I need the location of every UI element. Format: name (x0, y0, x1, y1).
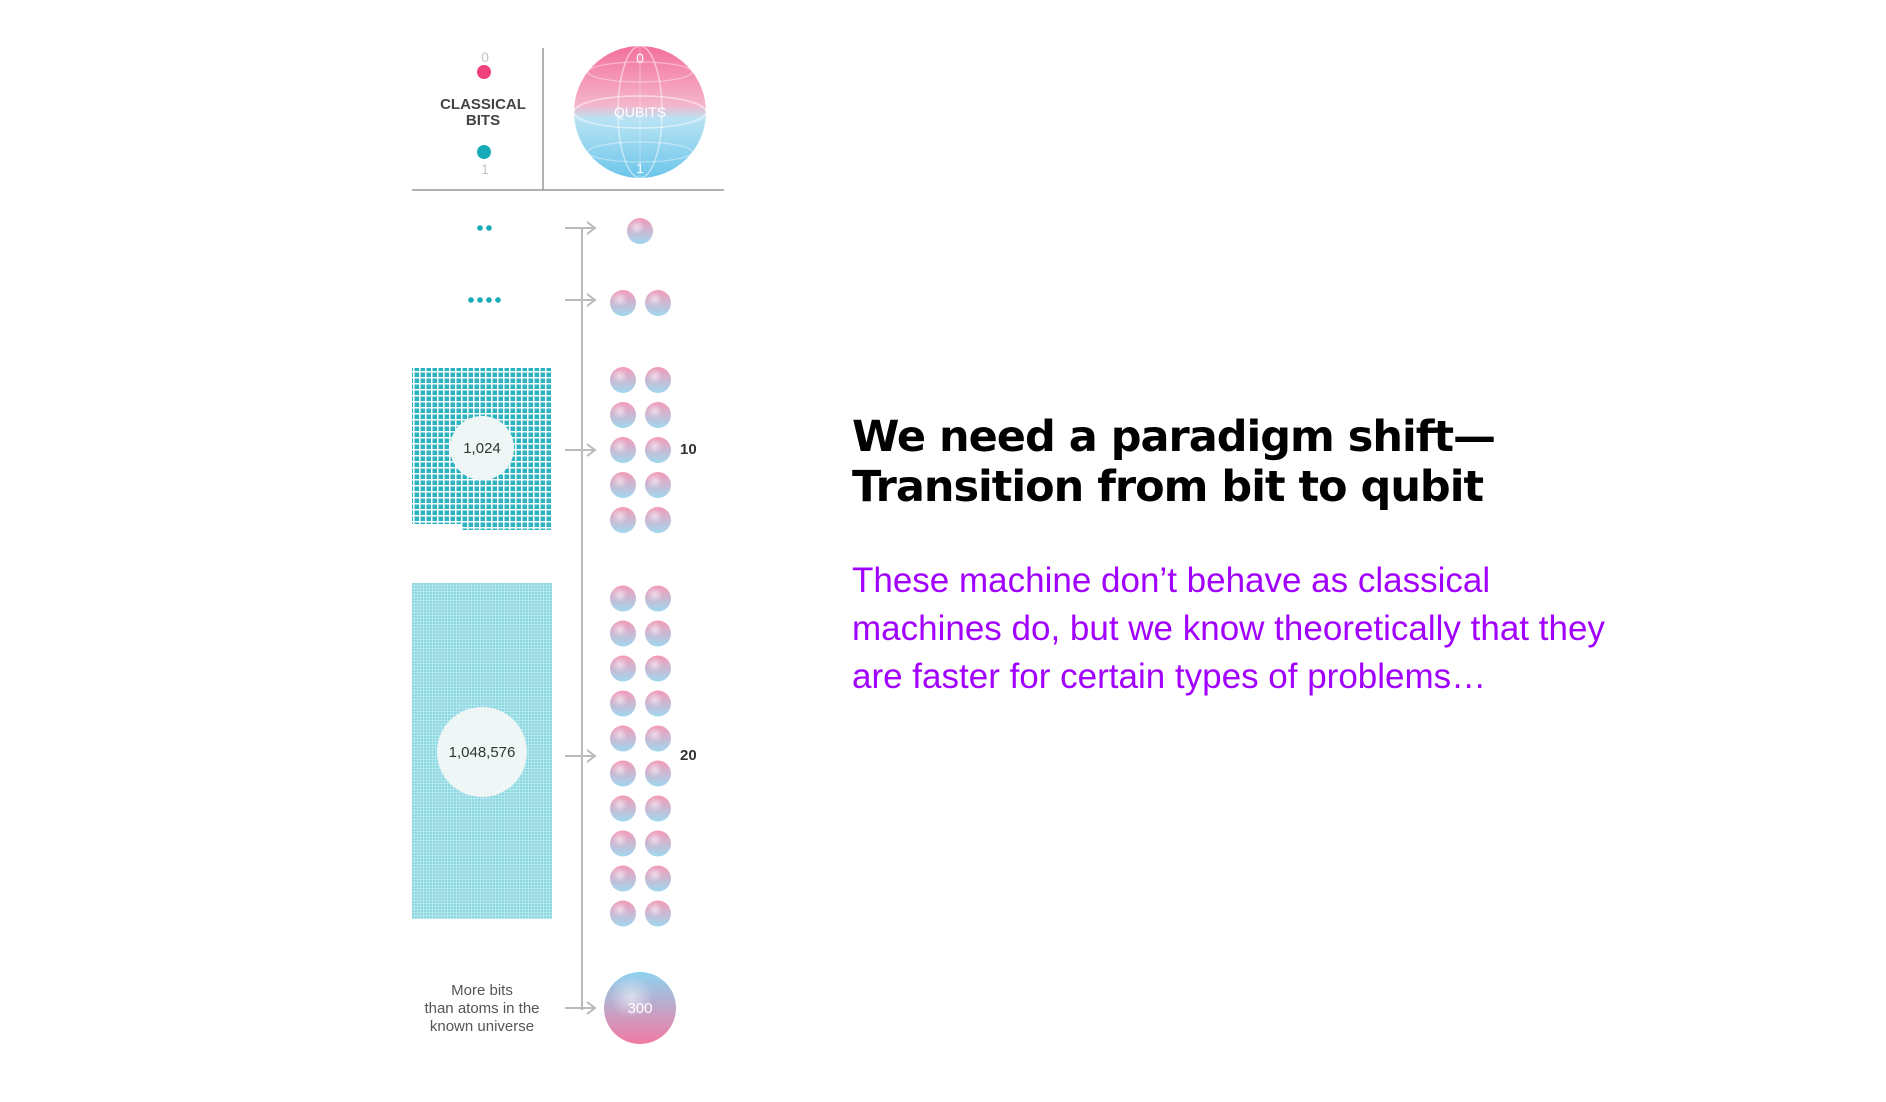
slide-title-line2: Transition from bit to qubit (852, 462, 1484, 512)
qubit-sphere-highlight (645, 437, 671, 463)
classical-bits-label-line2: BITS (466, 112, 500, 129)
row-1048576-bits: 1,048,576 20 (412, 583, 697, 927)
classical-count-label: 1,024 (463, 440, 501, 457)
qubit-cluster (610, 585, 671, 927)
slide-title-line1: We need a paradigm shift— (852, 412, 1496, 462)
classical-bit-dot (486, 225, 492, 231)
qubit-sphere-highlight (627, 218, 653, 244)
classical-bits-label-line1: CLASSICAL (440, 96, 526, 113)
slide-body-text: These machine don’t behave as classical … (852, 561, 1605, 696)
bit-one-label: 1 (481, 161, 489, 177)
qubit-sphere-highlight (610, 900, 636, 927)
slide-title: We need a paradigm shift— Transition fro… (852, 412, 1612, 512)
qubit-count-label: 20 (680, 747, 697, 764)
sphere-one-label: 1 (636, 160, 644, 176)
bit-vs-qubit-diagram: 0 CLASSICAL BITS 1 0 QUBITS 1 1,024 10 1… (412, 45, 724, 1044)
arrow-icon (565, 293, 597, 307)
qubit-sphere-highlight (645, 795, 671, 822)
qubit-sphere-highlight (610, 830, 636, 857)
qubit-cluster (610, 367, 671, 533)
qubit-sphere-highlight (610, 472, 636, 498)
qubit-sphere-highlight (610, 795, 636, 822)
qubit-sphere-highlight (645, 290, 671, 316)
qubit-cluster (610, 290, 671, 316)
row-1024-bits: 1,024 10 (412, 367, 697, 533)
classical-bit-dot (477, 225, 483, 231)
qubit-cluster (627, 218, 653, 244)
qubit-sphere-highlight (610, 655, 636, 682)
universe-label-line3: known universe (430, 1018, 534, 1035)
qubit-sphere-highlight (645, 830, 671, 857)
classical-count-label: 1,048,576 (449, 744, 516, 761)
bit-one-dot (477, 145, 491, 159)
qubit-sphere-highlight (610, 620, 636, 647)
row-4-bits (468, 290, 671, 316)
qubit-sphere-highlight (645, 402, 671, 428)
row-universe: More bits than atoms in the known univer… (424, 972, 676, 1044)
qubit-sphere-highlight (610, 437, 636, 463)
qubit-sphere-highlight (645, 620, 671, 647)
arrow-icon (565, 221, 597, 235)
qubit-sphere-highlight (610, 865, 636, 892)
classical-bit-dot (468, 297, 474, 303)
qubit-300-label: 300 (627, 1000, 652, 1017)
bit-zero-dot (477, 65, 491, 79)
qubit-sphere-highlight (610, 760, 636, 787)
arrow-icon (565, 443, 597, 457)
qubit-sphere-highlight (645, 760, 671, 787)
qubit-sphere-highlight (610, 585, 636, 612)
qubit-sphere-highlight (645, 655, 671, 682)
classical-bits-legend: 0 CLASSICAL BITS 1 (440, 49, 526, 177)
classical-bit-dot (495, 297, 501, 303)
qubit-sphere-highlight (610, 507, 636, 533)
qubit-sphere-highlight (645, 725, 671, 752)
qubit-sphere-highlight (645, 900, 671, 927)
qubit-sphere-highlight (645, 367, 671, 393)
row-2-bits (477, 218, 653, 244)
universe-label-line2: than atoms in the (424, 1000, 539, 1017)
qubit-sphere-highlight (610, 290, 636, 316)
universe-label-line1: More bits (451, 982, 513, 999)
qubit-sphere-highlight (645, 507, 671, 533)
qubits-label: QUBITS (614, 104, 666, 120)
qubit-sphere-highlight (610, 402, 636, 428)
qubit-sphere-highlight (645, 585, 671, 612)
arrow-icon (565, 1001, 597, 1015)
qubit-sphere-highlight (610, 725, 636, 752)
qubit-sphere-highlight (645, 690, 671, 717)
sphere-zero-label: 0 (636, 50, 644, 66)
qubit-sphere-highlight (610, 690, 636, 717)
qubit-count-label: 10 (680, 441, 697, 458)
classical-bit-dot (477, 297, 483, 303)
classical-bit-dot (486, 297, 492, 303)
qubit-sphere-highlight (645, 472, 671, 498)
bit-zero-label: 0 (481, 49, 489, 65)
qubit-sphere-highlight (645, 865, 671, 892)
qubit-sphere-highlight (610, 367, 636, 393)
arrow-icon (565, 749, 597, 763)
qubit-bloch-sphere: 0 QUBITS 1 (573, 45, 707, 179)
